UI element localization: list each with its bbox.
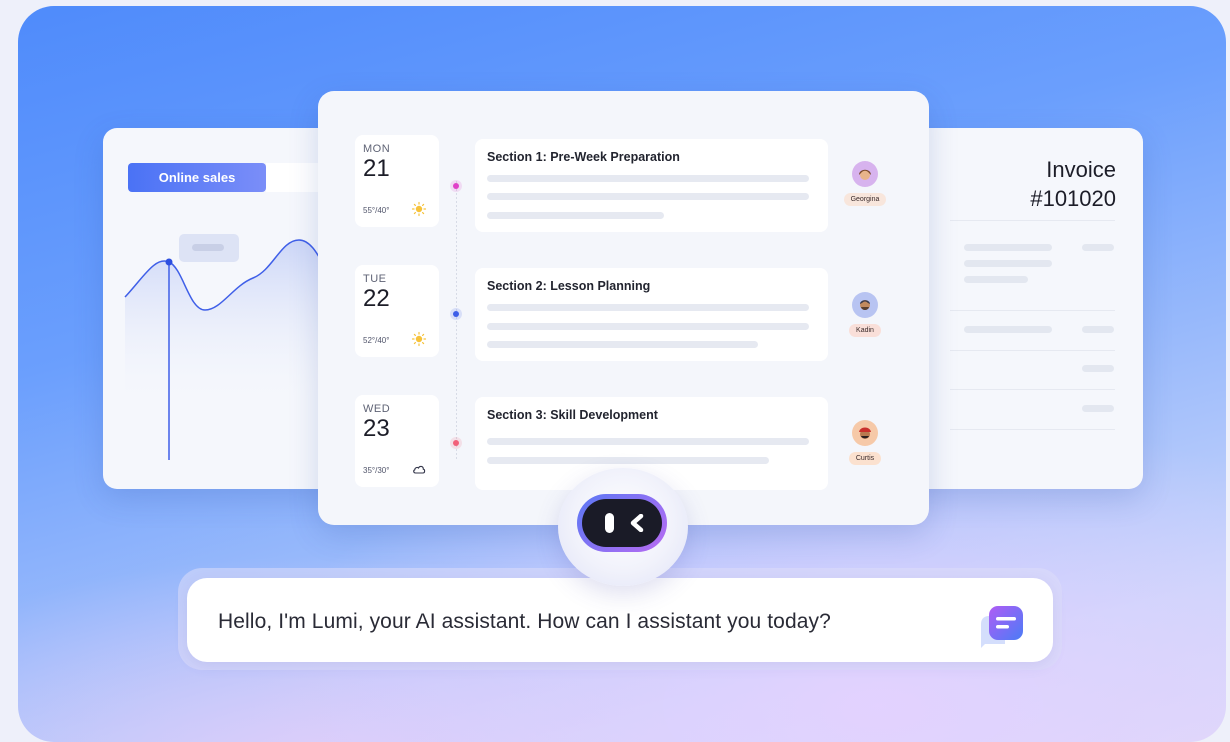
invoice-card: Invoice #101020 — [898, 128, 1143, 489]
avatar-icon — [860, 300, 870, 310]
schedule-card: MON 21 55°/40° Section 1: Pre-Week Prepa… — [318, 91, 929, 525]
robot-eye-left — [605, 513, 614, 533]
cloud-icon — [413, 465, 426, 474]
section-title: Section 2: Lesson Planning — [487, 279, 651, 293]
placeholder-line — [487, 193, 809, 200]
avatar — [852, 292, 878, 318]
placeholder-bar — [1082, 244, 1114, 251]
assistant-message-box[interactable]: Hello, I'm Lumi, your AI assistant. How … — [187, 578, 1053, 662]
day-number: 23 — [363, 415, 390, 442]
timeline-dot — [453, 311, 459, 317]
assistant-greeting: Hello, I'm Lumi, your AI assistant. How … — [218, 610, 831, 633]
day-number: 22 — [363, 285, 390, 312]
assignee-georgina[interactable]: Georgina — [840, 161, 890, 206]
robot-eye-right — [630, 514, 644, 532]
placeholder-line — [487, 323, 809, 330]
online-sales-tab[interactable]: Online sales — [128, 163, 266, 192]
placeholder-line — [487, 304, 809, 311]
timeline-dot — [453, 440, 459, 446]
robot-screen — [582, 499, 662, 547]
invoice-title: Invoice #101020 — [1030, 155, 1116, 213]
sun-icon — [411, 201, 427, 217]
placeholder-bar — [964, 326, 1052, 333]
invoice-divider — [950, 220, 1115, 221]
sales-cursor-point — [165, 258, 173, 266]
assistant-robot-avatar[interactable] — [577, 494, 667, 552]
invoice-divider — [950, 429, 1115, 430]
placeholder-line — [487, 438, 809, 445]
chat-bubble-icon[interactable] — [975, 600, 1031, 652]
invoice-divider — [950, 350, 1115, 351]
day-number: 21 — [363, 155, 390, 182]
section-title: Section 3: Skill Development — [487, 408, 658, 422]
day-card-wed[interactable]: WED 23 35°/30° — [355, 395, 439, 487]
assignee-name: Georgina — [843, 193, 887, 206]
placeholder-line — [487, 212, 664, 219]
avatar — [852, 161, 878, 187]
placeholder-line — [487, 457, 769, 464]
day-name: WED — [363, 403, 391, 415]
placeholder-bar — [964, 276, 1028, 283]
day-card-tue[interactable]: TUE 22 52°/40° — [355, 265, 439, 357]
hero-stage: Online sales Invoice #101020 MON 21 55°/… — [18, 6, 1226, 742]
invoice-divider — [950, 389, 1115, 390]
invoice-divider — [950, 310, 1115, 311]
avatar — [852, 420, 878, 446]
assignee-name: Kadin — [849, 324, 881, 337]
assignee-name: Curtis — [848, 452, 882, 465]
placeholder-bar — [1082, 326, 1114, 333]
day-name: TUE — [363, 273, 387, 285]
assignee-kadin[interactable]: Kadin — [840, 292, 890, 337]
timeline-dot — [453, 183, 459, 189]
invoice-label: Invoice — [1046, 157, 1116, 182]
placeholder-bar — [964, 244, 1052, 251]
placeholder-bar — [1082, 405, 1114, 412]
assignee-curtis[interactable]: Curtis — [840, 420, 890, 465]
section-card-2[interactable]: Section 2: Lesson Planning — [475, 268, 828, 361]
section-title: Section 1: Pre-Week Preparation — [487, 150, 680, 164]
placeholder-line — [487, 341, 758, 348]
invoice-number: #101020 — [1030, 186, 1116, 211]
avatar-icon — [859, 427, 871, 439]
placeholder-line — [487, 175, 809, 182]
day-card-mon[interactable]: MON 21 55°/40° — [355, 135, 439, 227]
placeholder-bar — [1082, 365, 1114, 372]
section-card-1[interactable]: Section 1: Pre-Week Preparation — [475, 139, 828, 232]
temperature: 55°/40° — [363, 206, 390, 215]
placeholder-bar — [964, 260, 1052, 267]
temperature: 52°/40° — [363, 336, 390, 345]
day-name: MON — [363, 143, 391, 155]
sun-icon — [411, 331, 427, 347]
avatar-icon — [859, 169, 871, 180]
temperature: 35°/30° — [363, 466, 390, 475]
timeline-line — [456, 181, 457, 461]
